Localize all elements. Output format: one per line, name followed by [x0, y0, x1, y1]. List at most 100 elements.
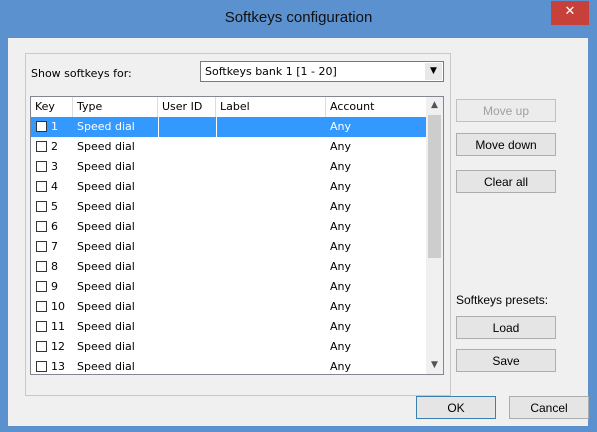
table-row[interactable]: 4 Speed dial Any — [31, 177, 427, 197]
move-down-button[interactable]: Move down — [456, 133, 556, 156]
user-id-cell[interactable] — [158, 117, 216, 137]
user-id-cell[interactable] — [158, 197, 216, 217]
user-id-cell[interactable] — [158, 177, 216, 197]
account-cell[interactable]: Any — [326, 317, 427, 337]
account-cell[interactable]: Any — [326, 237, 427, 257]
account-cell[interactable]: Any — [326, 257, 427, 277]
user-id-cell[interactable] — [158, 217, 216, 237]
table-row[interactable]: 12 Speed dial Any — [31, 337, 427, 357]
softkeys-presets-label: Softkeys presets: — [456, 293, 549, 307]
row-checkbox[interactable] — [36, 301, 47, 312]
row-checkbox[interactable] — [36, 361, 47, 372]
type-cell[interactable]: Speed dial — [73, 217, 158, 237]
label-cell[interactable] — [216, 277, 326, 297]
label-cell[interactable] — [216, 317, 326, 337]
column-header-label[interactable]: Label — [216, 97, 326, 117]
label-cell[interactable] — [216, 177, 326, 197]
user-id-cell[interactable] — [158, 317, 216, 337]
column-header-user-id[interactable]: User ID — [158, 97, 216, 117]
type-cell[interactable]: Speed dial — [73, 177, 158, 197]
type-cell[interactable]: Speed dial — [73, 297, 158, 317]
label-cell[interactable] — [216, 197, 326, 217]
row-checkbox[interactable] — [36, 321, 47, 332]
label-cell[interactable] — [216, 237, 326, 257]
user-id-cell[interactable] — [158, 337, 216, 357]
type-cell[interactable]: Speed dial — [73, 357, 158, 374]
row-checkbox[interactable] — [36, 261, 47, 272]
scroll-down-icon[interactable]: ▼ — [426, 357, 443, 374]
user-id-cell[interactable] — [158, 257, 216, 277]
user-id-cell[interactable] — [158, 237, 216, 257]
label-cell[interactable] — [216, 257, 326, 277]
row-checkbox[interactable] — [36, 141, 47, 152]
account-cell[interactable]: Any — [326, 337, 427, 357]
save-preset-button[interactable]: Save — [456, 349, 556, 372]
move-up-button[interactable]: Move up — [456, 99, 556, 122]
close-button[interactable]: ✕ — [551, 1, 589, 25]
vertical-scrollbar[interactable]: ▲ ▼ — [426, 97, 443, 374]
user-id-cell[interactable] — [158, 137, 216, 157]
row-checkbox[interactable] — [36, 181, 47, 192]
type-cell[interactable]: Speed dial — [73, 197, 158, 217]
chevron-down-icon[interactable]: ▼ — [425, 63, 442, 80]
row-checkbox[interactable] — [36, 121, 47, 132]
row-checkbox[interactable] — [36, 281, 47, 292]
column-header-account[interactable]: Account — [326, 97, 427, 117]
user-id-cell[interactable] — [158, 157, 216, 177]
label-cell[interactable] — [216, 157, 326, 177]
table-row[interactable]: 10 Speed dial Any — [31, 297, 427, 317]
label-cell[interactable] — [216, 297, 326, 317]
row-checkbox[interactable] — [36, 241, 47, 252]
table-row[interactable]: 8 Speed dial Any — [31, 257, 427, 277]
column-header-key[interactable]: Key — [31, 97, 73, 117]
type-cell[interactable]: Speed dial — [73, 157, 158, 177]
scroll-up-icon[interactable]: ▲ — [426, 97, 443, 114]
account-cell[interactable]: Any — [326, 357, 427, 374]
account-cell[interactable]: Any — [326, 117, 427, 137]
table-row[interactable]: 7 Speed dial Any — [31, 237, 427, 257]
type-cell[interactable]: Speed dial — [73, 137, 158, 157]
user-id-cell[interactable] — [158, 297, 216, 317]
type-cell[interactable]: Speed dial — [73, 237, 158, 257]
scrollbar-thumb[interactable] — [428, 115, 441, 258]
type-cell[interactable]: Speed dial — [73, 277, 158, 297]
user-id-cell[interactable] — [158, 277, 216, 297]
table-row[interactable]: 6 Speed dial Any — [31, 217, 427, 237]
label-cell[interactable] — [216, 217, 326, 237]
load-preset-button[interactable]: Load — [456, 316, 556, 339]
account-cell[interactable]: Any — [326, 217, 427, 237]
row-checkbox[interactable] — [36, 201, 47, 212]
ok-button[interactable]: OK — [416, 396, 496, 419]
softkeys-table[interactable]: Key Type User ID Label Account 1 Speed di… — [30, 96, 444, 375]
table-row[interactable]: 13 Speed dial Any — [31, 357, 427, 374]
account-cell[interactable]: Any — [326, 177, 427, 197]
table-row[interactable]: 1 Speed dial Any — [31, 117, 427, 137]
label-cell[interactable] — [216, 117, 326, 137]
row-checkbox[interactable] — [36, 221, 47, 232]
account-cell[interactable]: Any — [326, 297, 427, 317]
label-cell[interactable] — [216, 137, 326, 157]
row-checkbox[interactable] — [36, 341, 47, 352]
account-cell[interactable]: Any — [326, 197, 427, 217]
row-checkbox[interactable] — [36, 161, 47, 172]
table-row[interactable]: 11 Speed dial Any — [31, 317, 427, 337]
table-row[interactable]: 3 Speed dial Any — [31, 157, 427, 177]
table-row[interactable]: 9 Speed dial Any — [31, 277, 427, 297]
account-cell[interactable]: Any — [326, 157, 427, 177]
clear-all-button[interactable]: Clear all — [456, 170, 556, 193]
type-cell[interactable]: Speed dial — [73, 337, 158, 357]
account-cell[interactable]: Any — [326, 277, 427, 297]
cancel-button[interactable]: Cancel — [509, 396, 589, 419]
type-cell[interactable]: Speed dial — [73, 317, 158, 337]
user-id-cell[interactable] — [158, 357, 216, 374]
table-row[interactable]: 2 Speed dial Any — [31, 137, 427, 157]
label-cell[interactable] — [216, 337, 326, 357]
softkeys-bank-select[interactable]: Softkeys bank 1 [1 - 20] ▼ — [200, 61, 444, 82]
column-header-type[interactable]: Type — [73, 97, 158, 117]
label-cell[interactable] — [216, 357, 326, 374]
account-cell[interactable]: Any — [326, 137, 427, 157]
title-bar[interactable]: Softkeys configuration ✕ — [0, 0, 597, 38]
type-cell[interactable]: Speed dial — [73, 117, 158, 137]
type-cell[interactable]: Speed dial — [73, 257, 158, 277]
table-row[interactable]: 5 Speed dial Any — [31, 197, 427, 217]
